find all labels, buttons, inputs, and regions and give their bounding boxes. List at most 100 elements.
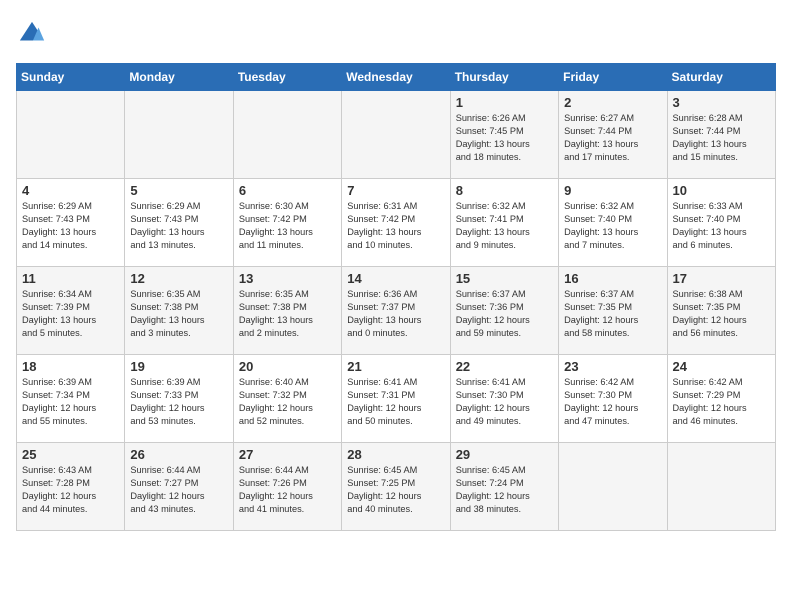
day-number: 11 [22,271,119,286]
calendar-cell: 4 Sunrise: 6:29 AM Sunset: 7:43 PM Daylig… [17,179,125,267]
cell-content: Sunrise: 6:33 AM Sunset: 7:40 PM Dayligh… [673,200,770,252]
day-number: 12 [130,271,227,286]
cell-content: Sunrise: 6:32 AM Sunset: 7:41 PM Dayligh… [456,200,553,252]
calendar-cell: 26 Sunrise: 6:44 AM Sunset: 7:27 PM Dayli… [125,443,233,531]
cell-content: Sunrise: 6:35 AM Sunset: 7:38 PM Dayligh… [239,288,336,340]
day-number: 22 [456,359,553,374]
day-number: 5 [130,183,227,198]
calendar-cell: 12 Sunrise: 6:35 AM Sunset: 7:38 PM Dayli… [125,267,233,355]
day-number: 23 [564,359,661,374]
calendar-cell: 17 Sunrise: 6:38 AM Sunset: 7:35 PM Dayli… [667,267,775,355]
cell-content: Sunrise: 6:28 AM Sunset: 7:44 PM Dayligh… [673,112,770,164]
calendar-cell: 22 Sunrise: 6:41 AM Sunset: 7:30 PM Dayli… [450,355,558,443]
cell-content: Sunrise: 6:27 AM Sunset: 7:44 PM Dayligh… [564,112,661,164]
dow-header: Thursday [450,64,558,91]
calendar-cell: 5 Sunrise: 6:29 AM Sunset: 7:43 PM Daylig… [125,179,233,267]
cell-content: Sunrise: 6:45 AM Sunset: 7:24 PM Dayligh… [456,464,553,516]
cell-content: Sunrise: 6:29 AM Sunset: 7:43 PM Dayligh… [130,200,227,252]
cell-content: Sunrise: 6:45 AM Sunset: 7:25 PM Dayligh… [347,464,444,516]
cell-content: Sunrise: 6:37 AM Sunset: 7:35 PM Dayligh… [564,288,661,340]
calendar-cell: 9 Sunrise: 6:32 AM Sunset: 7:40 PM Daylig… [559,179,667,267]
calendar-cell: 16 Sunrise: 6:37 AM Sunset: 7:35 PM Dayli… [559,267,667,355]
day-number: 16 [564,271,661,286]
cell-content: Sunrise: 6:37 AM Sunset: 7:36 PM Dayligh… [456,288,553,340]
cell-content: Sunrise: 6:41 AM Sunset: 7:31 PM Dayligh… [347,376,444,428]
calendar-cell: 6 Sunrise: 6:30 AM Sunset: 7:42 PM Daylig… [233,179,341,267]
cell-content: Sunrise: 6:30 AM Sunset: 7:42 PM Dayligh… [239,200,336,252]
calendar-cell: 14 Sunrise: 6:36 AM Sunset: 7:37 PM Dayli… [342,267,450,355]
day-number: 20 [239,359,336,374]
cell-content: Sunrise: 6:42 AM Sunset: 7:30 PM Dayligh… [564,376,661,428]
cell-content: Sunrise: 6:35 AM Sunset: 7:38 PM Dayligh… [130,288,227,340]
cell-content: Sunrise: 6:32 AM Sunset: 7:40 PM Dayligh… [564,200,661,252]
cell-content: Sunrise: 6:39 AM Sunset: 7:33 PM Dayligh… [130,376,227,428]
day-number: 27 [239,447,336,462]
day-number: 4 [22,183,119,198]
dow-header: Monday [125,64,233,91]
calendar-cell: 15 Sunrise: 6:37 AM Sunset: 7:36 PM Dayli… [450,267,558,355]
calendar-cell: 2 Sunrise: 6:27 AM Sunset: 7:44 PM Daylig… [559,91,667,179]
day-number: 17 [673,271,770,286]
cell-content: Sunrise: 6:31 AM Sunset: 7:42 PM Dayligh… [347,200,444,252]
calendar-cell [125,91,233,179]
day-number: 10 [673,183,770,198]
calendar-cell: 28 Sunrise: 6:45 AM Sunset: 7:25 PM Dayli… [342,443,450,531]
day-number: 13 [239,271,336,286]
calendar-cell: 8 Sunrise: 6:32 AM Sunset: 7:41 PM Daylig… [450,179,558,267]
calendar-cell: 25 Sunrise: 6:43 AM Sunset: 7:28 PM Dayli… [17,443,125,531]
day-number: 3 [673,95,770,110]
calendar-cell: 23 Sunrise: 6:42 AM Sunset: 7:30 PM Dayli… [559,355,667,443]
calendar-cell: 24 Sunrise: 6:42 AM Sunset: 7:29 PM Dayli… [667,355,775,443]
day-number: 25 [22,447,119,462]
logo-icon [18,20,46,48]
cell-content: Sunrise: 6:34 AM Sunset: 7:39 PM Dayligh… [22,288,119,340]
calendar-cell: 13 Sunrise: 6:35 AM Sunset: 7:38 PM Dayli… [233,267,341,355]
calendar-cell: 7 Sunrise: 6:31 AM Sunset: 7:42 PM Daylig… [342,179,450,267]
calendar-cell [17,91,125,179]
calendar-cell: 18 Sunrise: 6:39 AM Sunset: 7:34 PM Dayli… [17,355,125,443]
cell-content: Sunrise: 6:29 AM Sunset: 7:43 PM Dayligh… [22,200,119,252]
day-number: 6 [239,183,336,198]
day-number: 19 [130,359,227,374]
dow-header: Wednesday [342,64,450,91]
day-number: 24 [673,359,770,374]
cell-content: Sunrise: 6:38 AM Sunset: 7:35 PM Dayligh… [673,288,770,340]
logo [16,20,50,53]
cell-content: Sunrise: 6:40 AM Sunset: 7:32 PM Dayligh… [239,376,336,428]
cell-content: Sunrise: 6:42 AM Sunset: 7:29 PM Dayligh… [673,376,770,428]
calendar-cell: 3 Sunrise: 6:28 AM Sunset: 7:44 PM Daylig… [667,91,775,179]
cell-content: Sunrise: 6:41 AM Sunset: 7:30 PM Dayligh… [456,376,553,428]
day-number: 28 [347,447,444,462]
day-number: 29 [456,447,553,462]
calendar-cell: 20 Sunrise: 6:40 AM Sunset: 7:32 PM Dayli… [233,355,341,443]
calendar-cell [342,91,450,179]
calendar-cell: 19 Sunrise: 6:39 AM Sunset: 7:33 PM Dayli… [125,355,233,443]
dow-header: Friday [559,64,667,91]
day-number: 9 [564,183,661,198]
calendar-cell [559,443,667,531]
page-header [16,16,776,53]
day-number: 1 [456,95,553,110]
day-number: 14 [347,271,444,286]
cell-content: Sunrise: 6:43 AM Sunset: 7:28 PM Dayligh… [22,464,119,516]
day-number: 21 [347,359,444,374]
day-number: 7 [347,183,444,198]
day-number: 15 [456,271,553,286]
day-number: 2 [564,95,661,110]
calendar-cell: 29 Sunrise: 6:45 AM Sunset: 7:24 PM Dayli… [450,443,558,531]
day-number: 26 [130,447,227,462]
dow-header: Sunday [17,64,125,91]
calendar-cell: 1Sunrise: 6:26 AM Sunset: 7:45 PM Daylig… [450,91,558,179]
calendar-cell: 11 Sunrise: 6:34 AM Sunset: 7:39 PM Dayli… [17,267,125,355]
cell-content: Sunrise: 6:44 AM Sunset: 7:27 PM Dayligh… [130,464,227,516]
day-number: 18 [22,359,119,374]
dow-header: Tuesday [233,64,341,91]
calendar-cell: 10 Sunrise: 6:33 AM Sunset: 7:40 PM Dayli… [667,179,775,267]
day-number: 8 [456,183,553,198]
calendar-cell [233,91,341,179]
calendar-cell: 21 Sunrise: 6:41 AM Sunset: 7:31 PM Dayli… [342,355,450,443]
cell-content: Sunrise: 6:36 AM Sunset: 7:37 PM Dayligh… [347,288,444,340]
cell-content: Sunrise: 6:39 AM Sunset: 7:34 PM Dayligh… [22,376,119,428]
calendar-cell: 27 Sunrise: 6:44 AM Sunset: 7:26 PM Dayli… [233,443,341,531]
cell-content: Sunrise: 6:44 AM Sunset: 7:26 PM Dayligh… [239,464,336,516]
